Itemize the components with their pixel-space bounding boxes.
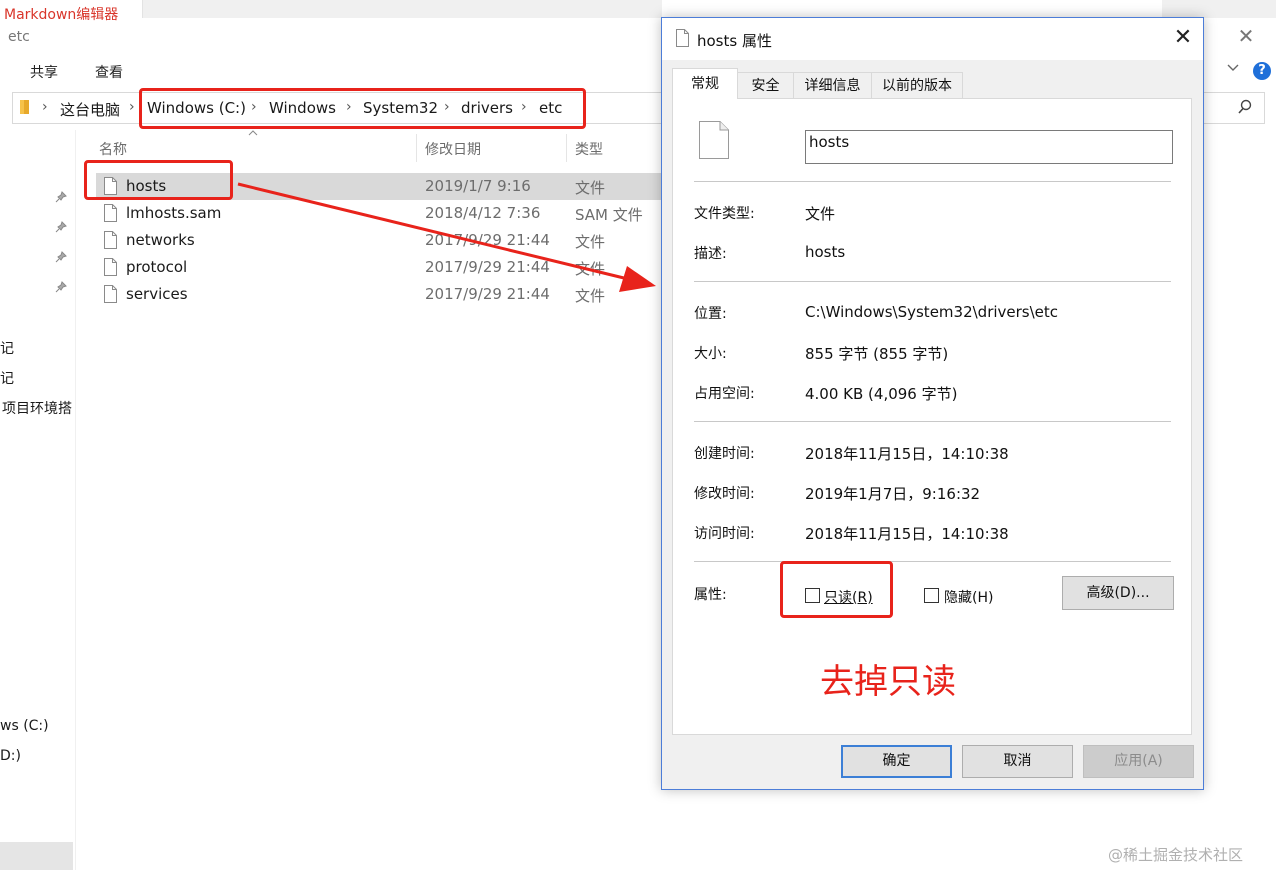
sidebar-item-notes-1[interactable]: 笔记	[0, 338, 14, 358]
accessed-label: 访问时间:	[694, 526, 755, 542]
file-type-label: 文件类型:	[694, 206, 755, 222]
file-icon	[699, 121, 729, 159]
explorer-close-icon[interactable]: ✕	[1236, 24, 1256, 48]
file-modified-date: 2018/4/12 7:36	[425, 204, 541, 222]
ribbon-expand-chevron-icon[interactable]	[1226, 60, 1240, 78]
file-type: 文件	[575, 260, 606, 278]
annotation-text: 去掉只读	[820, 662, 956, 702]
sidebar-item-notes-2[interactable]: 笔记	[0, 368, 14, 388]
sidebar-item-c-drive[interactable]: ws (C:)	[0, 718, 49, 734]
file-type: 文件	[575, 179, 606, 197]
folder-icon	[19, 99, 33, 115]
column-divider[interactable]	[566, 134, 567, 162]
file-type: 文件	[575, 287, 606, 305]
location-value: C:\Windows\System32\drivers\etc	[805, 303, 1059, 321]
file-row[interactable]: networks 2017/9/29 21:44 文件	[96, 227, 666, 254]
file-type: 文件	[575, 233, 606, 251]
separator	[694, 421, 1171, 422]
sidebar-item-d-drive[interactable]: D:)	[0, 748, 21, 764]
separator	[694, 561, 1171, 562]
search-icon[interactable]	[1238, 99, 1252, 115]
pin-icon[interactable]	[55, 221, 67, 233]
pin-icon[interactable]	[55, 191, 67, 203]
file-name: services	[126, 285, 188, 303]
annotation-box-readonly	[780, 561, 893, 618]
background-app-title[interactable]: Markdown编辑器	[4, 4, 118, 24]
file-icon	[104, 258, 117, 276]
column-header-modified[interactable]: 修改日期	[425, 139, 481, 159]
column-header-type[interactable]: 类型	[575, 139, 603, 159]
general-tab-panel: hosts 文件类型: 文件 描述: hosts 位置: C:\Windows\…	[672, 98, 1192, 735]
navigation-pane: 笔记 笔记 项目环境搭 ws (C:) D:)	[0, 130, 76, 870]
dialog-title: hosts 属性	[697, 32, 772, 50]
modified-value: 2019年1月7日，9:16:32	[805, 485, 981, 503]
file-row[interactable]: services 2017/9/29 21:44 文件	[96, 281, 666, 308]
file-row[interactable]: lmhosts.sam 2018/4/12 7:36 SAM 文件	[96, 200, 666, 227]
hidden-checkbox[interactable]	[924, 588, 939, 603]
description-label: 描述:	[694, 246, 727, 262]
tab-general[interactable]: 常规	[672, 68, 738, 99]
pin-icon[interactable]	[55, 251, 67, 263]
tab-previous-versions[interactable]: 以前的版本	[871, 72, 963, 98]
file-name: lmhosts.sam	[126, 204, 222, 222]
tab-details[interactable]: 详细信息	[793, 72, 872, 98]
file-name-field[interactable]: hosts	[805, 130, 1173, 164]
breadcrumb-this-pc[interactable]: 这台电脑	[60, 99, 120, 120]
file-icon	[104, 204, 117, 222]
size-value: 855 字节 (855 字节)	[805, 345, 949, 363]
breadcrumb-separator: ›	[129, 99, 135, 115]
created-value: 2018年11月15日，14:10:38	[805, 445, 1009, 463]
separator	[694, 281, 1171, 282]
file-name: protocol	[126, 258, 188, 276]
ribbon-tab-view[interactable]: 查看	[95, 62, 123, 82]
modified-label: 修改时间:	[694, 486, 755, 502]
disk-size-value: 4.00 KB (4,096 字节)	[805, 385, 958, 403]
column-header-name[interactable]: 名称	[99, 139, 127, 159]
created-label: 创建时间:	[694, 446, 755, 462]
background-strip-gray	[142, 0, 662, 18]
pin-icon[interactable]	[55, 281, 67, 293]
separator	[694, 181, 1171, 182]
attributes-label: 属性:	[694, 587, 727, 603]
description-value: hosts	[805, 243, 846, 261]
sidebar-item-selected-bg	[0, 842, 73, 870]
file-icon	[104, 285, 117, 303]
dialog-close-icon[interactable]: ✕	[1170, 24, 1196, 52]
annotation-box-hosts	[84, 160, 233, 200]
column-divider[interactable]	[416, 134, 417, 162]
sidebar-item-project-setup[interactable]: 项目环境搭	[2, 398, 75, 418]
size-label: 大小:	[694, 346, 727, 362]
file-modified-date: 2017/9/29 21:44	[425, 285, 550, 303]
explorer-window-title: etc	[8, 29, 30, 45]
advanced-button[interactable]: 高级(D)...	[1062, 576, 1174, 610]
file-modified-date: 2017/9/29 21:44	[425, 258, 550, 276]
sort-ascending-icon	[248, 128, 258, 139]
hidden-label[interactable]: 隐藏(H)	[944, 587, 993, 607]
ok-button[interactable]: 确定	[841, 745, 952, 778]
annotation-box-path	[139, 88, 586, 129]
file-name: networks	[126, 231, 195, 249]
cancel-button[interactable]: 取消	[962, 745, 1073, 778]
file-type-value: 文件	[805, 205, 836, 223]
disk-size-label: 占用空间:	[694, 386, 755, 402]
file-icon	[104, 231, 117, 249]
file-icon	[676, 29, 689, 47]
dialog-titlebar[interactable]: hosts 属性 ✕	[662, 18, 1203, 60]
breadcrumb-separator: ›	[42, 99, 48, 115]
file-modified-date: 2019/1/7 9:16	[425, 177, 531, 195]
apply-button[interactable]: 应用(A)	[1083, 745, 1194, 778]
help-icon[interactable]: ?	[1253, 62, 1271, 80]
background-strip-gray-right	[1162, 0, 1276, 18]
accessed-value: 2018年11月15日，14:10:38	[805, 525, 1009, 543]
ribbon-tab-share[interactable]: 共享	[30, 62, 58, 82]
file-type: SAM 文件	[575, 206, 643, 224]
watermark: @稀土掘金技术社区	[1108, 846, 1244, 864]
location-label: 位置:	[694, 306, 727, 322]
file-row[interactable]: protocol 2017/9/29 21:44 文件	[96, 254, 666, 281]
search-box[interactable]	[1203, 92, 1265, 124]
file-modified-date: 2017/9/29 21:44	[425, 231, 550, 249]
tab-security[interactable]: 安全	[737, 72, 794, 98]
